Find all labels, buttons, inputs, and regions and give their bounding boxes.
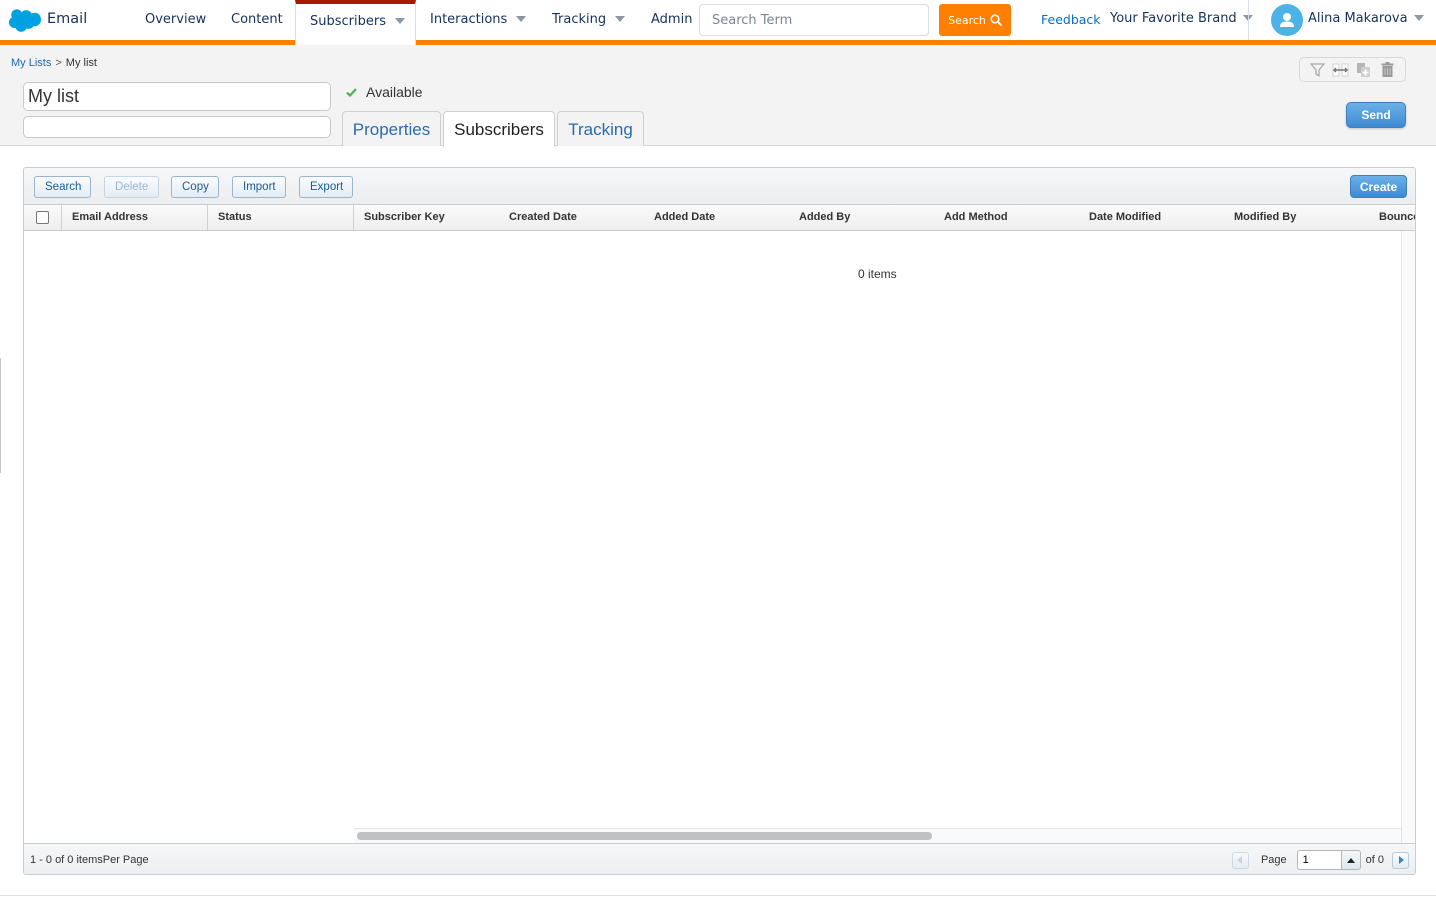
horizontal-scrollbar[interactable] (354, 828, 1401, 843)
breadcrumb: My Lists > My list (11, 57, 97, 69)
grid-column-header: Email Address Status Subscriber Key Crea… (24, 205, 1415, 231)
previous-page-button[interactable] (1231, 851, 1249, 869)
nav-item-content[interactable]: Content (231, 0, 283, 40)
arrow-right-icon (1398, 856, 1404, 864)
tab-label: Tracking (568, 119, 633, 139)
tab-label: Subscribers (454, 119, 544, 139)
grid-search-button[interactable]: Search (34, 176, 91, 198)
page-count: of 0 (1365, 854, 1384, 866)
select-all-checkbox[interactable] (36, 211, 49, 224)
nav-item-label: Interactions (430, 12, 508, 27)
column-email-address[interactable]: Email Address (62, 205, 208, 230)
column-bounce[interactable]: Bounce (1369, 205, 1415, 230)
nav-item-admin[interactable]: Admin (651, 0, 692, 40)
status-label: Available (366, 84, 423, 100)
column-added-by[interactable]: Added By (789, 205, 934, 230)
brand-selector[interactable]: Your Favorite Brand (1110, 11, 1253, 26)
grid-import-button[interactable]: Import (232, 176, 286, 198)
chevron-down-icon (516, 15, 527, 22)
tab-properties[interactable]: Properties (342, 111, 441, 147)
grid-footer: 1 - 0 of 0 itemsPer Page Page of 0 (24, 843, 1415, 874)
next-page-button[interactable] (1392, 851, 1409, 869)
column-date-modified[interactable]: Date Modified (1079, 205, 1224, 230)
nav-item-label: Tracking (552, 12, 607, 27)
list-actions-toolbar (1299, 57, 1406, 82)
chevron-down-icon (395, 17, 405, 24)
copy-add-icon[interactable] (1355, 61, 1373, 79)
grid-export-button[interactable]: Export (299, 176, 353, 198)
chevron-down-icon (615, 15, 626, 22)
tab-tracking[interactable]: Tracking (557, 111, 644, 147)
breadcrumb-separator: > (55, 57, 62, 69)
list-status: Available (346, 84, 423, 100)
brand-selector-label: Your Favorite Brand (1110, 11, 1237, 26)
column-status[interactable]: Status (208, 205, 354, 230)
global-search-input[interactable] (699, 4, 929, 36)
list-header: My Lists >My list Available Properties Su… (0, 45, 1436, 147)
avatar[interactable] (1271, 4, 1303, 36)
select-all-cell (24, 205, 62, 230)
empty-message: 0 items (858, 267, 897, 281)
nav-item-tracking[interactable]: Tracking (552, 0, 626, 40)
subscribers-grid: Search Delete Copy Import Export Create … (23, 167, 1416, 875)
filter-icon[interactable] (1309, 61, 1327, 79)
nav-item-label: Overview (145, 12, 207, 27)
top-navigation-bar: Email Overview Content Subscribers Inter… (0, 0, 1436, 45)
grid-delete-button[interactable]: Delete (104, 176, 159, 198)
tab-subscribers[interactable]: Subscribers (443, 111, 555, 147)
user-name: Alina Makarova (1308, 11, 1408, 26)
nav-item-overview[interactable]: Overview (145, 0, 206, 40)
tab-label: Properties (352, 119, 431, 139)
nav-item-label: Subscribers (310, 14, 386, 29)
column-add-method[interactable]: Add Method (934, 205, 1079, 230)
salesforce-cloud-icon[interactable] (8, 9, 41, 32)
column-modified-by[interactable]: Modified By (1224, 205, 1369, 230)
feedback-link[interactable]: Feedback (1041, 12, 1101, 27)
nav-item-interactions[interactable]: Interactions (430, 0, 527, 40)
vertical-scrollbar[interactable] (1401, 231, 1415, 843)
list-description-field[interactable] (23, 116, 331, 138)
grid-body: 0 items (24, 231, 1401, 828)
app-name: Email (47, 11, 88, 27)
send-button[interactable]: Send (1346, 102, 1406, 128)
search-icon (990, 14, 1002, 26)
breadcrumb-current: My list (65, 57, 97, 69)
column-added-date[interactable]: Added Date (644, 205, 789, 230)
horizontal-scrollbar-thumb[interactable] (357, 832, 932, 840)
caret-up-icon (1346, 857, 1355, 863)
page-label: Page (1260, 854, 1287, 866)
user-icon (1280, 13, 1294, 27)
search-button-label: Search (948, 13, 986, 27)
column-created-date[interactable]: Created Date (499, 205, 644, 230)
pager: Page of 0 (1231, 850, 1409, 870)
checkmark-icon (346, 87, 357, 97)
global-search-button[interactable]: Search (939, 4, 1011, 36)
nav-item-subscribers[interactable]: Subscribers (295, 0, 416, 45)
page-number-input[interactable] (1296, 850, 1341, 870)
user-menu[interactable]: Alina Makarova (1308, 11, 1424, 26)
list-name-field[interactable] (23, 82, 331, 111)
nav-divider (1248, 0, 1249, 40)
grid-copy-button[interactable]: Copy (171, 176, 219, 198)
move-icon[interactable] (1332, 61, 1350, 79)
nav-item-label: Admin (651, 12, 693, 27)
breadcrumb-my-lists[interactable]: My Lists (11, 57, 51, 69)
arrow-left-icon (1237, 856, 1243, 864)
column-subscriber-key[interactable]: Subscriber Key (354, 205, 499, 230)
trash-icon[interactable] (1378, 61, 1396, 79)
left-panel-edge (0, 358, 1, 473)
page-spinner[interactable] (1340, 850, 1361, 870)
nav-item-label: Content (231, 12, 283, 27)
grid-toolbar: Search Delete Copy Import Export Create (24, 168, 1415, 205)
paging-info: 1 - 0 of 0 itemsPer Page (30, 854, 149, 866)
create-button[interactable]: Create (1350, 175, 1407, 198)
chevron-down-icon (1413, 14, 1424, 21)
